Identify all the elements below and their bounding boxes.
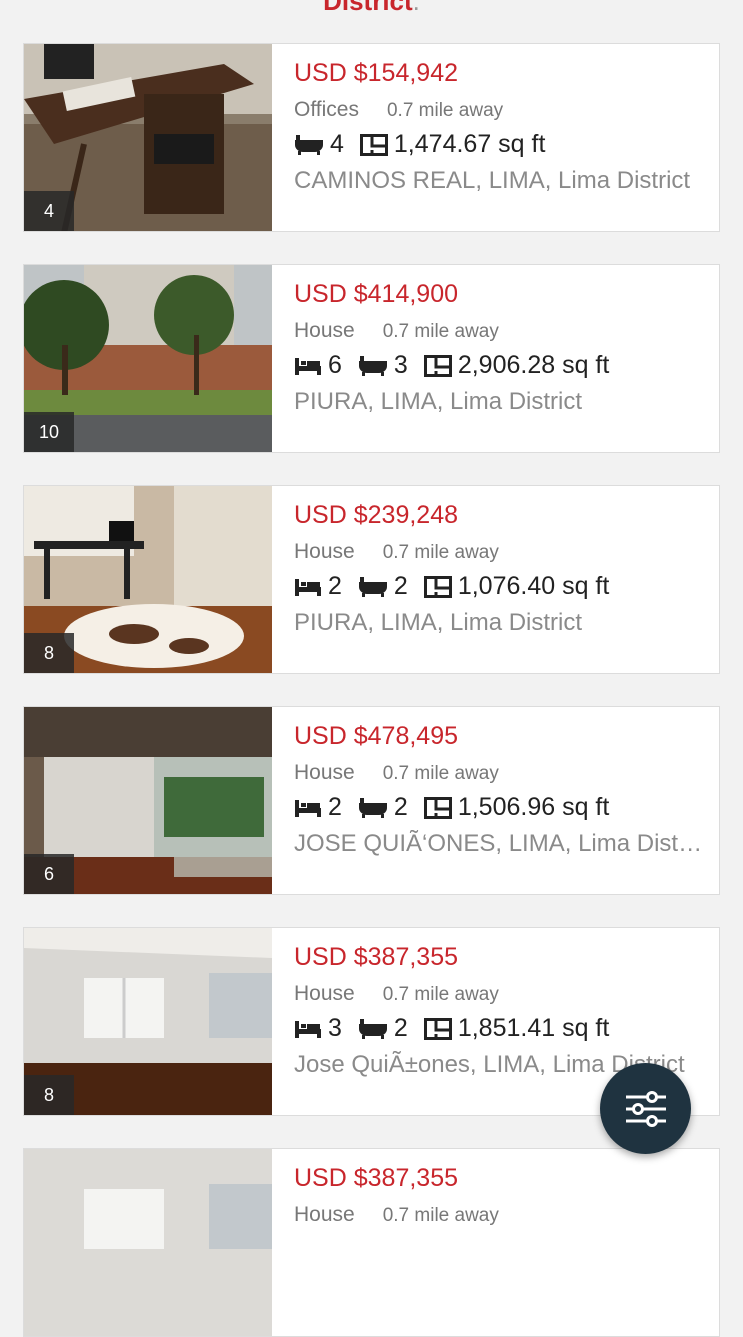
- listing-price: USD $387,355: [294, 943, 459, 971]
- bathroom-spec: 2: [358, 572, 408, 601]
- photo-count-badge: 6: [24, 854, 74, 894]
- photo-count-badge: 8: [24, 1075, 74, 1115]
- bedroom-spec: 2: [294, 793, 342, 822]
- bathroom-spec: 3: [358, 351, 408, 380]
- listing-price: USD $239,248: [294, 501, 459, 529]
- bathtub-icon: [358, 355, 387, 376]
- floor-plan-icon: [423, 1017, 452, 1040]
- listing-photo[interactable]: 8: [24, 486, 272, 673]
- listing-address: CAMINOS REAL, LIMA, Lima District: [294, 167, 691, 194]
- listing-card[interactable]: 8 USD $239,248 House 0.7 mile away 2 2 1…: [23, 485, 720, 674]
- listing-address: JOSE QUIÃ‘ONES, LIMA, Lima District: [294, 830, 711, 857]
- bathroom-spec: 2: [358, 1014, 408, 1043]
- area-value: 1,506.96 sq ft: [457, 793, 610, 821]
- bed-icon: [295, 578, 321, 596]
- bed-icon: [295, 357, 321, 375]
- listing-photo[interactable]: 10: [24, 265, 272, 452]
- listing-address: PIURA, LIMA, Lima District: [294, 609, 583, 636]
- floor-plan-icon: [423, 354, 452, 377]
- listing-address: PIURA, LIMA, Lima District: [294, 388, 583, 415]
- bathtub-icon: [295, 134, 323, 155]
- area-spec: 1,076.40 sq ft: [423, 572, 610, 601]
- listing-photo[interactable]: 4: [24, 44, 272, 231]
- bed-icon: [295, 799, 321, 817]
- bedroom-count: 3: [328, 1014, 342, 1042]
- listing-distance: 0.7 mile away: [386, 100, 504, 121]
- area-spec: 1,474.67 sq ft: [359, 130, 546, 159]
- area-value: 1,474.67 sq ft: [393, 130, 546, 158]
- listing-photo[interactable]: [24, 1149, 272, 1336]
- page-title-text: District: [323, 0, 413, 16]
- photo-count-badge: 4: [24, 191, 74, 231]
- area-value: 1,851.41 sq ft: [457, 1014, 610, 1042]
- bathroom-count: 4: [330, 130, 344, 158]
- listing-card[interactable]: 10 USD $414,900 House 0.7 mile away 6 3 …: [23, 264, 720, 453]
- area-spec: 1,851.41 sq ft: [423, 1014, 610, 1043]
- listing-distance: 0.7 mile away: [382, 984, 499, 1005]
- listing-type: House: [294, 540, 355, 563]
- bedroom-spec: 3: [294, 1014, 342, 1043]
- floor-plan-icon: [423, 796, 452, 819]
- room-photo: [24, 1149, 272, 1336]
- listing-card[interactable]: USD $387,355 House 0.7 mile away: [23, 1148, 720, 1337]
- page-title-dot: .: [412, 0, 420, 16]
- bathroom-spec: 4: [294, 130, 344, 159]
- bathroom-count: 2: [393, 572, 408, 600]
- bedroom-spec: 2: [294, 572, 342, 601]
- bathroom-count: 2: [393, 1014, 408, 1042]
- listing-type: House: [294, 761, 355, 784]
- listing-distance: 0.7 mile away: [382, 321, 499, 342]
- bedroom-count: 6: [328, 351, 342, 379]
- listing-photo[interactable]: 6: [24, 707, 272, 894]
- listing-type: House: [294, 1203, 355, 1226]
- listing-card[interactable]: 6 USD $478,495 House 0.7 mile away 2 2 1…: [23, 706, 720, 895]
- listing-price: USD $478,495: [294, 722, 459, 750]
- page-title: District.: [0, 0, 743, 17]
- filter-sliders-icon: [625, 1090, 666, 1127]
- listing-type: House: [294, 982, 355, 1005]
- bathtub-icon: [358, 797, 387, 818]
- bedroom-spec: 6: [294, 351, 342, 380]
- listing-price: USD $387,355: [294, 1164, 459, 1192]
- listing-price: USD $414,900: [294, 280, 459, 308]
- listing-distance: 0.7 mile away: [382, 542, 499, 563]
- area-spec: 2,906.28 sq ft: [423, 351, 610, 380]
- bathtub-icon: [358, 1018, 387, 1039]
- listing-type: Offices: [294, 98, 359, 121]
- bathroom-count: 2: [393, 793, 408, 821]
- listing-card[interactable]: 4 USD $154,942 Offices 0.7 mile away 4 1…: [23, 43, 720, 232]
- filter-button[interactable]: [600, 1063, 691, 1154]
- listing-photo[interactable]: 8: [24, 928, 272, 1115]
- bathtub-icon: [358, 576, 387, 597]
- bathroom-count: 3: [393, 351, 408, 379]
- photo-count-badge: 8: [24, 633, 74, 673]
- photo-count-badge: 10: [24, 412, 74, 452]
- listing-distance: 0.7 mile away: [382, 763, 499, 784]
- bedroom-count: 2: [328, 572, 342, 600]
- listing-price: USD $154,942: [294, 59, 459, 87]
- area-value: 1,076.40 sq ft: [457, 572, 610, 600]
- floor-plan-icon: [359, 133, 388, 156]
- bed-icon: [295, 1020, 321, 1038]
- area-spec: 1,506.96 sq ft: [423, 793, 610, 822]
- bedroom-count: 2: [328, 793, 342, 821]
- floor-plan-icon: [423, 575, 452, 598]
- bathroom-spec: 2: [358, 793, 408, 822]
- listing-type: House: [294, 319, 355, 342]
- area-value: 2,906.28 sq ft: [457, 351, 610, 379]
